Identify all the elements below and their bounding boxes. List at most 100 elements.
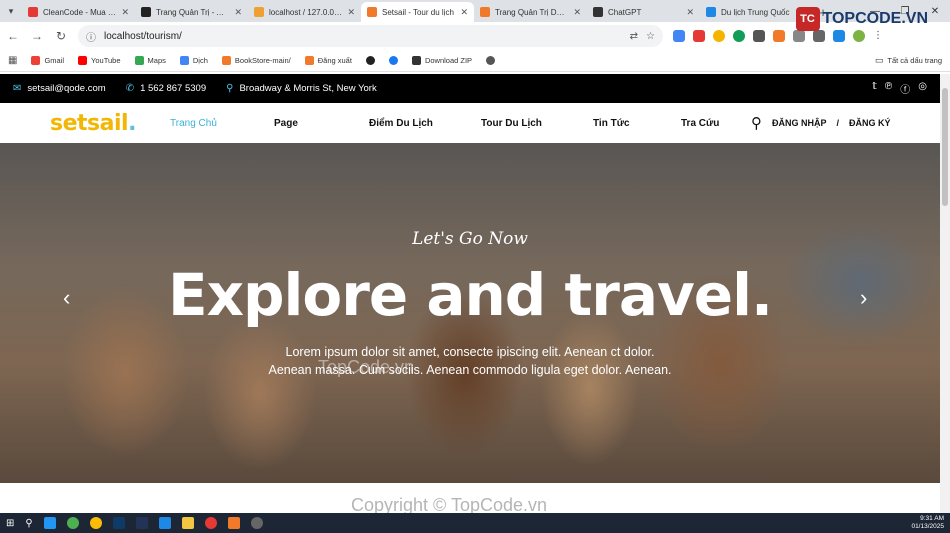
apps-grid-icon[interactable]: ▦	[8, 55, 17, 66]
download-icon[interactable]	[833, 30, 845, 42]
browser-tab[interactable]: Trang Quản Trị - Adm ✕	[135, 2, 248, 22]
nav-home[interactable]: Trang Chủ	[170, 118, 274, 129]
extension-icon[interactable]	[733, 30, 745, 42]
facebook-icon[interactable]: ⓕ	[900, 81, 910, 96]
browser-tab[interactable]: Trang Quản Trị Dành ✕	[474, 2, 587, 22]
bookmark-favicon-icon	[134, 56, 144, 65]
bookmark-favicon-icon	[388, 56, 398, 65]
folder-icon: ▭	[874, 55, 884, 65]
nav-destinations[interactable]: Điểm Du Lịch	[369, 118, 481, 129]
vscode-taskbar-icon[interactable]	[158, 517, 171, 529]
bookmark-star-icon[interactable]: ☆	[646, 31, 655, 42]
nav-tours[interactable]: Tour Du Lịch	[481, 118, 593, 129]
auth-separator: /	[836, 118, 840, 128]
email-icon: ✉	[13, 83, 22, 94]
bookmark-item[interactable]: Dịch	[179, 56, 208, 65]
bookmark-label: Đăng xuất	[317, 56, 352, 65]
browser-tab[interactable]: CleanCode - Mua Cod ✕	[22, 2, 135, 22]
bookmark-item[interactable]: YouTube	[78, 56, 121, 65]
windows-taskbar: ⊞ ⚲ 9:31 AM 01/13/2025	[0, 513, 950, 533]
tab-close-icon[interactable]: ✕	[234, 7, 242, 18]
topbar-phone[interactable]: 1 562 867 5309	[140, 83, 206, 94]
taskbar-app-icon[interactable]	[135, 517, 148, 529]
instagram-icon[interactable]: ◎	[918, 81, 927, 96]
site-logo[interactable]: setsail.	[50, 111, 170, 136]
nav-news[interactable]: Tin Tức	[593, 118, 681, 129]
tab-favicon-icon	[367, 7, 377, 17]
windows-start-icon[interactable]: ⊞	[6, 518, 14, 529]
taskbar-app-icon[interactable]	[43, 517, 56, 529]
tab-favicon-icon	[480, 7, 490, 17]
login-link[interactable]: ĐĂNG NHẬP	[772, 118, 827, 128]
tab-close-icon[interactable]: ✕	[460, 7, 468, 18]
tab-close-icon[interactable]: ✕	[121, 7, 129, 18]
tab-close-icon[interactable]: ✕	[347, 7, 355, 18]
extension-icon[interactable]	[713, 30, 725, 42]
extension-icon[interactable]	[693, 30, 705, 42]
side-panel-icon[interactable]	[813, 30, 825, 42]
bookmark-item[interactable]: Gmail	[31, 56, 64, 65]
tab-label: Setsail - Tour du lịch	[382, 7, 454, 17]
browser-tab[interactable]: ChatGPT ✕	[587, 2, 700, 22]
main-menu: Trang Chủ Page Điểm Du Lịch Tour Du Lịch…	[170, 118, 751, 129]
taskbar-clock[interactable]: 9:31 AM 01/13/2025	[911, 515, 944, 531]
bookmark-item[interactable]: Download ZIP	[411, 56, 473, 65]
forward-icon[interactable]: →	[30, 29, 44, 43]
taskbar-app-icon[interactable]	[227, 517, 240, 529]
browser-tab[interactable]: Setsail - Tour du lịch ✕	[361, 2, 474, 22]
taskbar-app-icon[interactable]	[66, 517, 79, 529]
tab-close-icon[interactable]: ✕	[686, 7, 694, 18]
translate-icon[interactable]: ⇄	[630, 31, 638, 42]
bookmark-label: Download ZIP	[424, 56, 473, 65]
search-icon[interactable]: ⚲	[751, 114, 762, 132]
page-scrollbar[interactable]	[940, 74, 950, 513]
hero-subtitle-line: Lorem ipsum dolor sit amet, consecte ipi…	[285, 345, 655, 359]
nav-page[interactable]: Page	[274, 118, 369, 129]
bookmark-label: YouTube	[91, 56, 121, 65]
extension-icon[interactable]	[673, 30, 685, 42]
all-bookmarks[interactable]: ▭ Tất cả dấu trang	[875, 55, 942, 66]
extensions-puzzle-icon[interactable]	[793, 30, 805, 42]
bookmark-item[interactable]	[365, 56, 375, 65]
scrollbar-thumb[interactable]	[942, 88, 948, 206]
hero-subtitle-line: Aenean massa. Cum sociis. Aenean commodo…	[268, 363, 672, 377]
tab-favicon-icon	[141, 7, 151, 17]
menu-kebab-icon[interactable]: ⋮	[873, 30, 883, 42]
bookmark-favicon-icon	[31, 56, 41, 65]
site-topbar: ✉ setsail@qode.com ✆ 1 562 867 5309 ⚲ Br…	[0, 74, 940, 103]
tab-label: Du lịch Trung Quốc	[721, 7, 790, 17]
site-info-icon[interactable]: ⓘ	[86, 29, 96, 44]
extension-icon[interactable]	[773, 30, 785, 42]
slider-next-icon[interactable]: ›	[860, 285, 867, 311]
bookmark-favicon-icon	[411, 56, 421, 65]
file-explorer-icon[interactable]	[181, 517, 194, 529]
register-link[interactable]: ĐĂNG KÝ	[849, 118, 891, 128]
photoshop-taskbar-icon[interactable]	[112, 517, 125, 529]
chrome-taskbar-icon[interactable]	[204, 517, 217, 529]
bookmark-favicon-icon	[304, 56, 314, 65]
chrome-taskbar-icon[interactable]	[89, 517, 102, 529]
bookmark-item[interactable]: BookStore-main/	[221, 56, 291, 65]
slider-prev-icon[interactable]: ‹	[63, 285, 70, 311]
url-text[interactable]: localhost/tourism/	[104, 31, 622, 42]
tab-favicon-icon	[706, 7, 716, 17]
bookmark-item[interactable]: Maps	[134, 56, 166, 65]
reload-icon[interactable]: ↻	[54, 29, 68, 43]
nav-lookup[interactable]: Tra Cứu	[681, 118, 751, 129]
back-icon[interactable]: ←	[6, 29, 20, 43]
browser-tab[interactable]: localhost / 127.0.0.1 / ✕	[248, 2, 361, 22]
bookmark-item[interactable]: Đăng xuất	[304, 56, 352, 65]
pinterest-icon[interactable]: ℗	[885, 81, 892, 96]
twitter-icon[interactable]: 𝕥	[872, 81, 877, 96]
topbar-email[interactable]: setsail@qode.com	[27, 83, 105, 94]
bookmark-item[interactable]	[388, 56, 398, 65]
tab-search-icon[interactable]: ▾	[0, 0, 22, 22]
extension-icon[interactable]	[753, 30, 765, 42]
search-taskbar-icon[interactable]: ⚲	[25, 518, 32, 529]
tab-close-icon[interactable]: ✕	[573, 7, 581, 18]
url-field[interactable]: ⓘ localhost/tourism/ ⇄ ☆	[78, 25, 663, 47]
taskbar-app-icon[interactable]	[250, 517, 263, 529]
all-bookmarks-label: Tất cả dấu trang	[887, 56, 942, 65]
profile-avatar[interactable]	[853, 30, 865, 42]
bookmark-item[interactable]	[486, 56, 496, 65]
